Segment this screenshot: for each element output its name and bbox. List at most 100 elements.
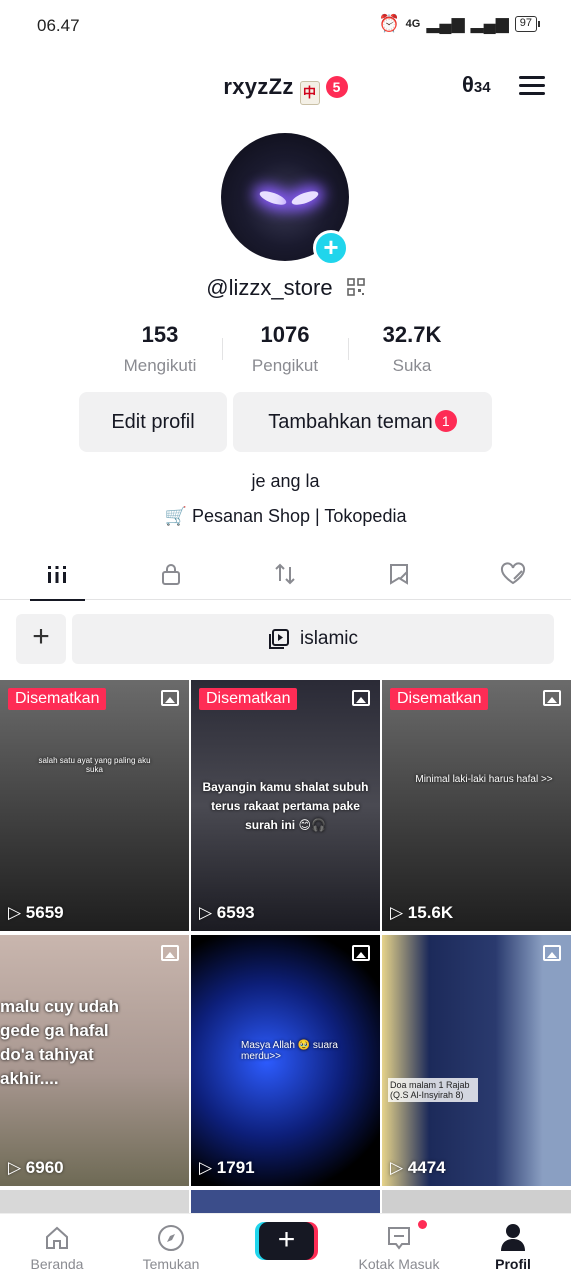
compass-icon bbox=[158, 1225, 184, 1251]
status-icons: ⏰ 4G ▂▄▆ ▂▄▆ 97 bbox=[378, 14, 541, 34]
photo-icon bbox=[543, 690, 561, 706]
grid-icon bbox=[48, 566, 66, 583]
profile-icon bbox=[501, 1224, 525, 1251]
video-caption: Masya Allah 🥹 suara merdu>> bbox=[241, 1040, 338, 1062]
profile-header: rxyzZz 中 5 θ34 bbox=[0, 66, 571, 106]
status-time: 06.47 bbox=[37, 16, 80, 35]
playlist-name: islamic bbox=[299, 628, 359, 649]
network-label: 4G bbox=[405, 18, 421, 30]
creator-tools-icon[interactable]: θ34 bbox=[462, 72, 491, 98]
avatar-eye-right bbox=[290, 188, 320, 208]
add-story-icon[interactable]: + bbox=[313, 230, 349, 266]
view-count: 6593 bbox=[199, 903, 255, 923]
nav-label: Beranda bbox=[30, 1256, 84, 1272]
pinned-badge: Disematkan bbox=[390, 688, 489, 710]
view-count: 6960 bbox=[8, 1158, 64, 1178]
playlist-chip[interactable]: islamic bbox=[72, 614, 554, 664]
nav-inbox[interactable]: Kotak Masuk bbox=[342, 1214, 456, 1280]
tab-videos[interactable] bbox=[0, 548, 114, 601]
video-thumbnail[interactable]: Disematkan salah satu ayat yang paling a… bbox=[0, 680, 189, 931]
stat-label: Pengikut bbox=[251, 356, 319, 375]
stat-followers[interactable]: 1076 Pengikut bbox=[230, 322, 340, 376]
view-count: 4474 bbox=[390, 1158, 446, 1178]
shop-link[interactable]: 🛒 Pesanan Shop | Tokopedia bbox=[0, 506, 571, 527]
lock-icon bbox=[162, 564, 180, 585]
view-count: 15.6K bbox=[390, 903, 453, 923]
video-caption: Doa malam 1 Rajab (Q.S Al-Insyirah 8) bbox=[388, 1078, 478, 1102]
pinned-badge: Disematkan bbox=[8, 688, 107, 710]
username: rxyzZz bbox=[223, 74, 294, 99]
content-tabs bbox=[0, 548, 571, 601]
photo-icon bbox=[352, 690, 370, 706]
repost-icon bbox=[275, 563, 295, 585]
stat-value: 153 bbox=[141, 322, 179, 347]
stat-divider bbox=[222, 338, 223, 360]
tab-liked[interactable] bbox=[456, 548, 570, 600]
bookmark-hidden-icon bbox=[390, 564, 408, 585]
photo-icon bbox=[161, 690, 179, 706]
stat-divider bbox=[348, 338, 349, 360]
profile-handle: @lizzx_store bbox=[0, 275, 571, 301]
creator-tools-count: 34 bbox=[473, 79, 491, 96]
add-playlist-button[interactable]: + bbox=[16, 614, 66, 664]
stat-label: Mengikuti bbox=[123, 356, 197, 375]
nav-discover[interactable]: Temukan bbox=[114, 1214, 228, 1280]
cart-icon: 🛒 bbox=[164, 506, 187, 526]
nav-home[interactable]: Beranda bbox=[0, 1214, 114, 1280]
signal-icon-2: ▂▄▆ bbox=[470, 14, 509, 33]
photo-icon bbox=[161, 945, 179, 961]
edit-profile-button[interactable]: Edit profil bbox=[79, 392, 227, 452]
menu-icon[interactable] bbox=[519, 76, 545, 96]
video-caption: Minimal laki-laki harus hafal >> bbox=[415, 774, 553, 785]
bottom-nav: Beranda Temukan + Kotak Masuk Profil bbox=[0, 1213, 571, 1280]
shop-link-label: Pesanan Shop | Tokopedia bbox=[191, 506, 407, 526]
bio-text: je ang la bbox=[251, 471, 320, 491]
inbox-icon bbox=[388, 1227, 410, 1250]
video-thumbnail[interactable]: Masya Allah 🥹 suara merdu>> 1791 bbox=[191, 935, 380, 1186]
pinned-badge: Disematkan bbox=[199, 688, 298, 710]
video-thumbnail[interactable]: Disematkan Bayangin kamu shalat subuh te… bbox=[191, 680, 380, 931]
stat-following[interactable]: 153 Mengikuti bbox=[105, 322, 215, 376]
tab-private[interactable] bbox=[114, 548, 228, 600]
stat-value: 32.7K bbox=[382, 322, 442, 347]
video-thumbnail[interactable]: Disematkan Minimal laki-laki harus hafal… bbox=[382, 680, 571, 931]
video-caption: malu cuy udah gede ga hafal do'a tahiyat… bbox=[0, 997, 120, 1088]
mahjong-emoji-icon: 中 bbox=[299, 81, 320, 105]
profile-stats: 153 Mengikuti 1076 Pengikut 32.7K Suka bbox=[0, 322, 571, 382]
video-thumbnail[interactable]: Doa malam 1 Rajab (Q.S Al-Insyirah 8) 44… bbox=[382, 935, 571, 1186]
handle-text: @lizzx_store bbox=[206, 275, 333, 300]
view-count: 1791 bbox=[199, 1158, 255, 1178]
creator-tools-symbol: θ bbox=[462, 72, 474, 97]
create-button[interactable]: + bbox=[259, 1222, 314, 1260]
photo-icon bbox=[352, 945, 370, 961]
playlist-icon bbox=[268, 629, 289, 649]
signal-icon: ▂▄▆ bbox=[426, 14, 465, 33]
photo-icon bbox=[543, 945, 561, 961]
video-thumbnail[interactable]: malu cuy udah gede ga hafal do'a tahiyat… bbox=[0, 935, 189, 1186]
add-friends-badge: 1 bbox=[434, 410, 457, 432]
notification-badge: 5 bbox=[325, 76, 348, 98]
video-caption: Bayangin kamu shalat subuh terus rakaat … bbox=[202, 780, 369, 832]
inbox-notification-dot bbox=[418, 1220, 427, 1229]
add-friends-button[interactable]: Tambahkan teman 1 bbox=[233, 392, 492, 452]
nav-label: Kotak Masuk bbox=[358, 1256, 440, 1272]
home-icon bbox=[46, 1226, 68, 1249]
add-friends-label: Tambahkan teman bbox=[268, 411, 433, 433]
heart-hidden-icon bbox=[500, 562, 526, 585]
tab-saved[interactable] bbox=[342, 548, 456, 600]
stat-likes[interactable]: 32.7K Suka bbox=[357, 322, 467, 376]
nav-label: Temukan bbox=[142, 1256, 200, 1272]
nav-profile[interactable]: Profil bbox=[456, 1214, 570, 1280]
alarm-icon: ⏰ bbox=[378, 14, 400, 33]
status-bar: 06.47 ⏰ 4G ▂▄▆ ▂▄▆ 97 bbox=[0, 0, 571, 50]
view-count: 5659 bbox=[8, 903, 64, 923]
qr-code-icon[interactable] bbox=[346, 278, 365, 296]
avatar-eye-left bbox=[258, 188, 288, 208]
playlist-bar: + islamic bbox=[16, 614, 554, 664]
stat-label: Suka bbox=[392, 356, 432, 375]
video-caption: salah satu ayat yang paling aku suka bbox=[38, 756, 151, 774]
stat-value: 1076 bbox=[260, 322, 310, 347]
battery-icon: 97 bbox=[514, 16, 541, 32]
tab-reposts[interactable] bbox=[228, 548, 342, 600]
nav-label: Profil bbox=[495, 1256, 531, 1272]
